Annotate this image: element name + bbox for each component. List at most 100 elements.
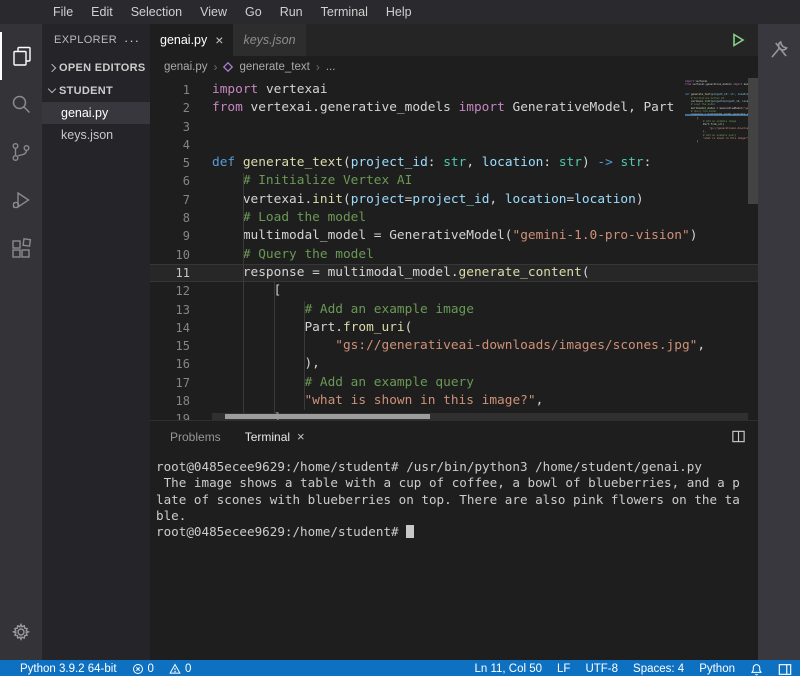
status-lf[interactable]: LF <box>557 663 570 675</box>
code-lines: 1import vertexai2from vertexai.generativ… <box>150 78 758 420</box>
code-line-18[interactable]: 18 "what is shown in this image?", <box>150 392 758 410</box>
error-icon <box>132 663 144 675</box>
status-utf-8[interactable]: UTF-8 <box>585 663 618 675</box>
manage-gear-icon[interactable] <box>0 612 42 652</box>
tab-genai-py[interactable]: genai.py × <box>150 24 233 56</box>
extensions-icon[interactable] <box>0 224 42 272</box>
indent-guide <box>243 173 244 414</box>
line-number: 15 <box>150 337 190 355</box>
code-editor[interactable]: 1import vertexai2from vertexai.generativ… <box>150 78 758 420</box>
file-item-genai-py[interactable]: genai.py <box>42 102 150 124</box>
tab-keys-json[interactable]: keys.json <box>233 24 305 56</box>
status-spaces[interactable]: Spaces: 4 <box>633 663 684 675</box>
layout-icon[interactable] <box>778 663 792 676</box>
code-line-7[interactable]: 7 vertexai.init(project=project_id, loca… <box>150 191 758 209</box>
menu-edit[interactable]: Edit <box>82 5 122 19</box>
menu-selection[interactable]: Selection <box>122 5 191 19</box>
breadcrumb-more[interactable]: ... <box>326 61 336 73</box>
terminal-line: The image shows a table with a cup of co… <box>156 475 758 491</box>
menu-view[interactable]: View <box>191 5 236 19</box>
minimap-line: from vertexai.generative_models import G… <box>685 83 748 86</box>
terminal-cursor <box>406 525 414 538</box>
code-line-17[interactable]: 17 # Add an example query <box>150 374 758 392</box>
code-text: # Add an example image <box>190 301 474 319</box>
warning-count[interactable]: 0 <box>169 663 191 675</box>
code-text: multimodal_model = GenerativeModel("gemi… <box>190 227 697 245</box>
menu-terminal[interactable]: Terminal <box>312 5 377 19</box>
code-line-15[interactable]: 15 "gs://generativeai-downloads/images/s… <box>150 337 758 355</box>
line-number: 7 <box>150 191 190 209</box>
code-line-3[interactable]: 3 <box>150 118 758 136</box>
status-ln[interactable]: Ln 11, Col 50 <box>474 663 542 675</box>
editor-vertical-scrollbar[interactable] <box>748 78 758 420</box>
menu-bar: FileEditSelectionViewGoRunTerminalHelp <box>0 0 800 24</box>
run-and-debug-icon[interactable] <box>0 176 42 224</box>
status-python[interactable]: Python <box>699 663 735 675</box>
file-item-keys-json[interactable]: keys.json <box>42 124 150 146</box>
code-line-6[interactable]: 6 # Initialize Vertex AI <box>150 172 758 190</box>
code-text: [ <box>190 282 281 300</box>
code-line-12[interactable]: 12 [ <box>150 282 758 300</box>
menu-file[interactable]: File <box>44 5 82 19</box>
editor-horizontal-scrollbar[interactable] <box>212 413 748 420</box>
code-line-1[interactable]: 1import vertexai <box>150 81 758 99</box>
menu-help[interactable]: Help <box>377 5 421 19</box>
code-text: def generate_text(project_id: str, locat… <box>190 154 651 172</box>
code-line-14[interactable]: 14 Part.from_uri( <box>150 319 758 337</box>
code-line-10[interactable]: 10 # Query the model <box>150 246 758 264</box>
right-side-column <box>758 24 800 660</box>
line-number: 10 <box>150 246 190 264</box>
code-text: Part.from_uri( <box>190 319 412 337</box>
notifications-bell-icon[interactable] <box>750 663 763 676</box>
split-panel-icon[interactable] <box>731 429 746 449</box>
tab-terminal[interactable]: Terminal × <box>233 430 317 444</box>
explorer-icon[interactable] <box>0 32 42 80</box>
editor-tab-bar: genai.py × keys.json <box>150 24 758 56</box>
terminal-output[interactable]: root@0485ecee9629:/home/student# /usr/bi… <box>150 453 758 540</box>
section-open-editors[interactable]: OPEN EDITORS <box>42 56 150 79</box>
line-number: 9 <box>150 227 190 245</box>
code-line-16[interactable]: 16 ), <box>150 355 758 373</box>
code-line-13[interactable]: 13 # Add an example image <box>150 301 758 319</box>
line-number: 11 <box>150 264 190 282</box>
status-right-items: Ln 11, Col 50 LF UTF-8 Spaces: 4 Python <box>474 663 735 675</box>
source-control-icon[interactable] <box>0 128 42 176</box>
close-icon[interactable]: × <box>297 430 305 444</box>
code-line-11[interactable]: 11 response = multimodal_model.generate_… <box>150 264 758 282</box>
scrollbar-thumb[interactable] <box>225 414 430 419</box>
code-line-2[interactable]: 2from vertexai.generative_models import … <box>150 99 758 117</box>
search-icon[interactable] <box>0 80 42 128</box>
line-number: 18 <box>150 392 190 410</box>
menu-go[interactable]: Go <box>236 5 271 19</box>
code-text: "gs://generativeai-downloads/images/scon… <box>190 337 705 355</box>
breadcrumb: genai.py › generate_text › ... <box>150 56 758 78</box>
menu-run[interactable]: Run <box>271 5 312 19</box>
indent-guide <box>274 282 275 413</box>
breadcrumb-symbol[interactable]: generate_text <box>239 61 309 73</box>
code-line-9[interactable]: 9 multimodal_model = GenerativeModel("ge… <box>150 227 758 245</box>
tab-problems[interactable]: Problems <box>158 430 233 444</box>
status-right: Ln 11, Col 50 LF UTF-8 Spaces: 4 Python <box>474 662 792 676</box>
breadcrumb-file[interactable]: genai.py <box>164 61 207 73</box>
line-number: 19 <box>150 410 190 420</box>
warning-icon <box>169 663 181 675</box>
sidebar-more-actions-icon[interactable]: ··· <box>124 33 140 48</box>
interpreter-indicator[interactable]: Python 3.9.2 64-bit <box>20 663 117 675</box>
symbol-method-icon <box>223 62 233 72</box>
error-count[interactable]: 0 <box>132 663 154 675</box>
line-number: 17 <box>150 374 190 392</box>
tools-icon[interactable] <box>766 36 792 660</box>
scrollbar-thumb[interactable] <box>748 78 758 204</box>
line-number: 3 <box>150 118 190 136</box>
code-text: # Query the model <box>190 246 374 264</box>
code-text: # Initialize Vertex AI <box>190 172 412 190</box>
minimap-line: ] <box>685 140 748 143</box>
run-python-file-button[interactable] <box>730 32 746 48</box>
minimap[interactable]: import vertexaifrom vertexai.generative_… <box>685 80 748 144</box>
close-icon[interactable]: × <box>215 33 223 47</box>
code-line-5[interactable]: 5def generate_text(project_id: str, loca… <box>150 154 758 172</box>
section-student-folder[interactable]: STUDENT <box>42 79 150 102</box>
code-line-4[interactable]: 4 <box>150 136 758 154</box>
code-line-8[interactable]: 8 # Load the model <box>150 209 758 227</box>
line-number: 13 <box>150 301 190 319</box>
